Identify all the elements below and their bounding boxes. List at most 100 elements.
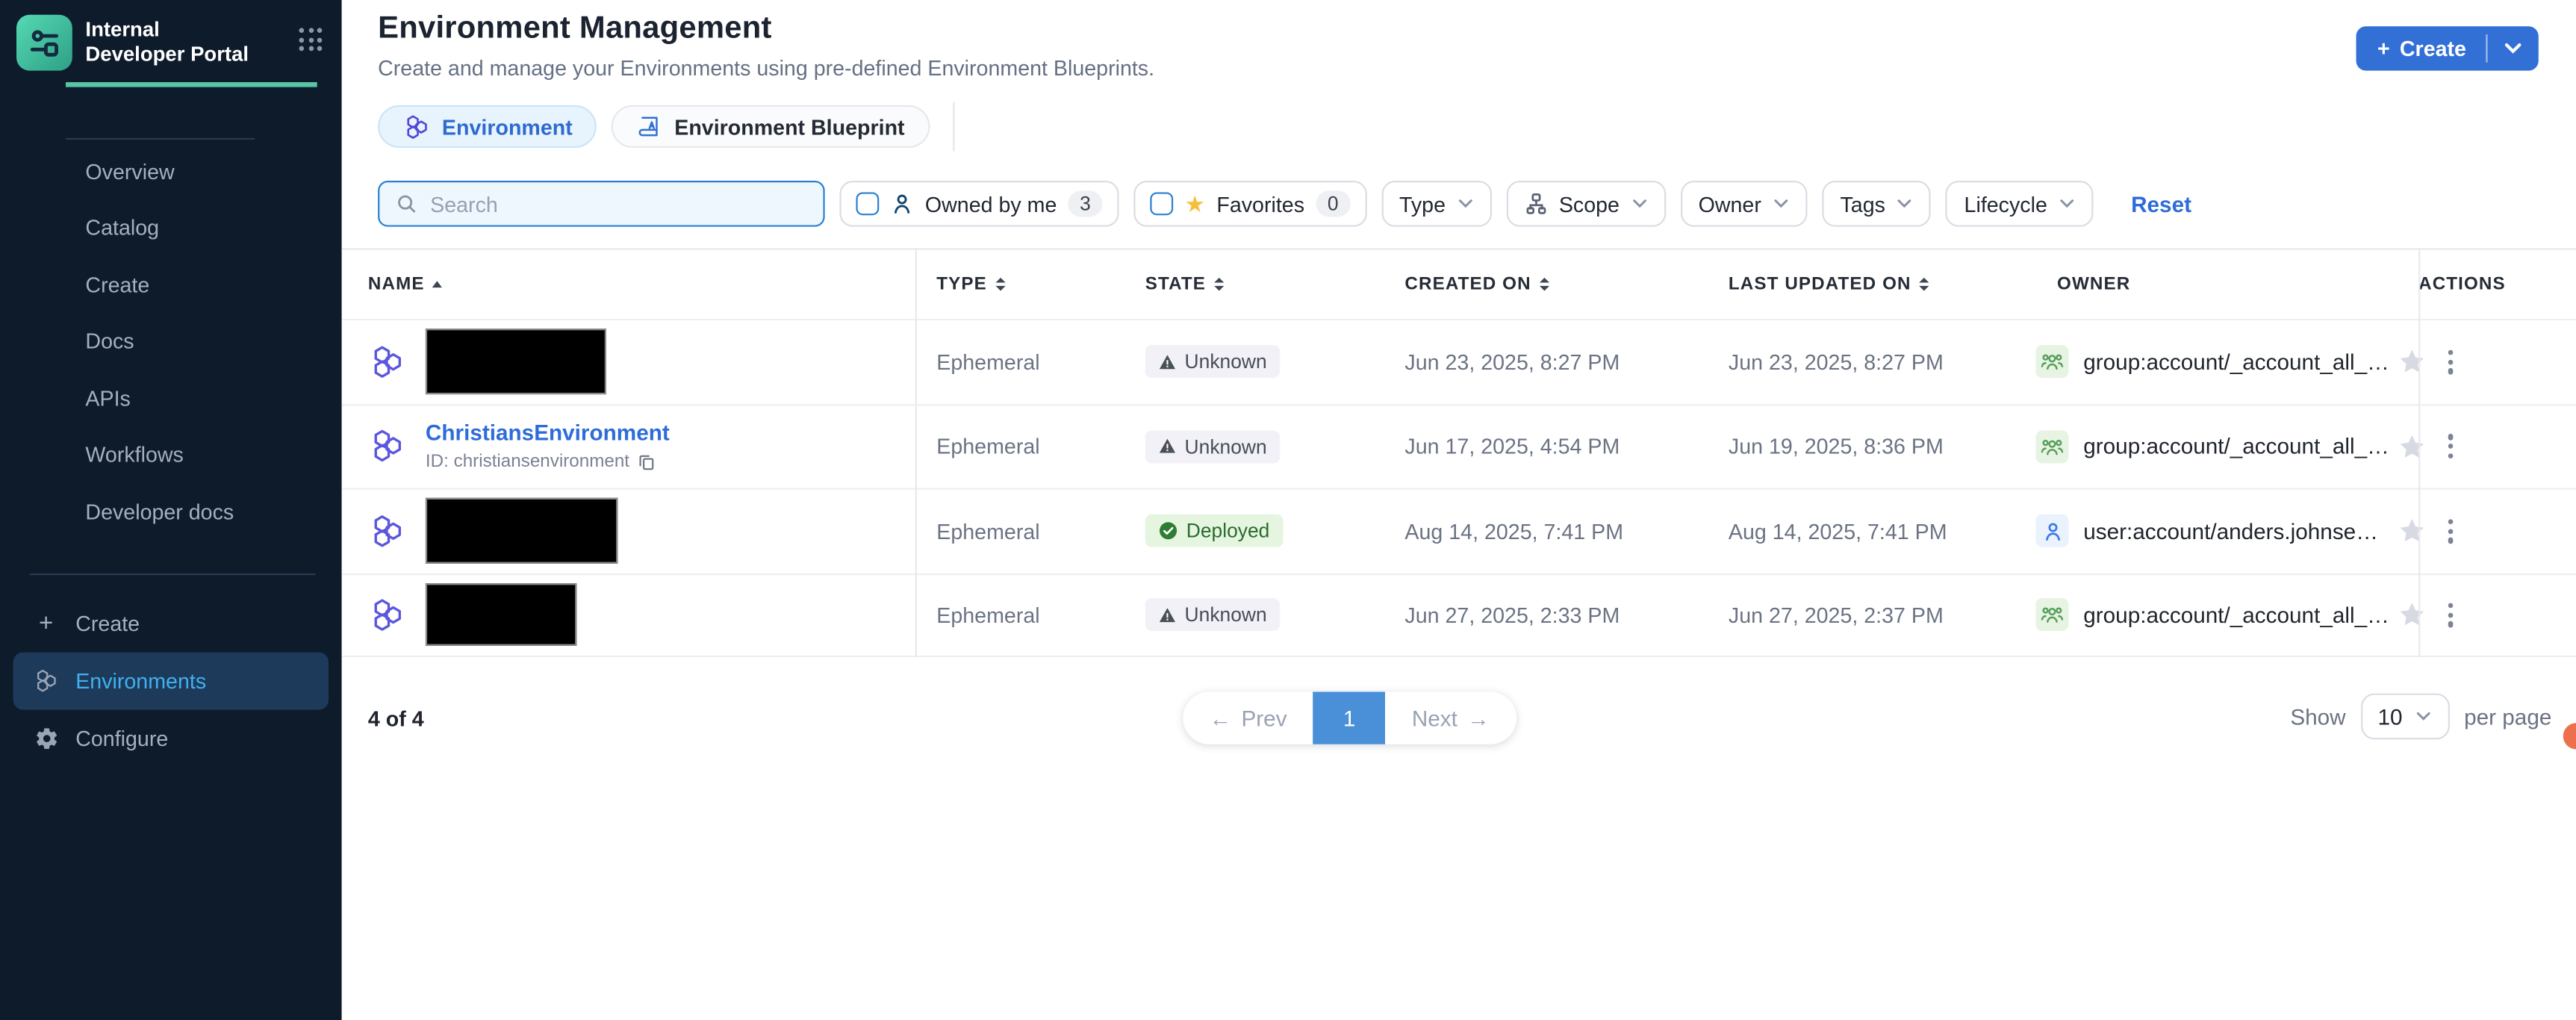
tab-environment-blueprint[interactable]: Environment Blueprint: [612, 105, 930, 148]
tags-filter-dropdown[interactable]: Tags: [1822, 181, 1931, 227]
group-icon: [2035, 430, 2068, 463]
sidebar-item-developer-docs[interactable]: Developer docs: [0, 483, 342, 540]
table-row[interactable]: ChristiansEnvironment ID: christiansenvi…: [342, 403, 2576, 488]
type-cell: Ephemeral: [915, 349, 1145, 374]
create-button[interactable]: + Create: [2356, 26, 2486, 70]
sidebar-item-catalog[interactable]: Catalog: [0, 199, 342, 256]
sort-icon: [1540, 278, 1549, 290]
owner-cell: group:account/_account_all_…: [2035, 346, 2397, 379]
column-header-name[interactable]: NAME: [368, 274, 915, 293]
dropdown-label: Type: [1399, 191, 1446, 216]
table-row[interactable]: Ephemeral Unknown Jun 27, 2025, 2:33 PM …: [342, 573, 2576, 657]
arrow-right-icon: →: [1467, 706, 1490, 730]
chevron-down-icon: [2504, 43, 2522, 54]
per-page-label: per page: [2464, 704, 2551, 729]
row-menu-icon[interactable]: [2445, 600, 2457, 630]
tab-environment[interactable]: Environment: [378, 105, 597, 148]
owned-by-me-filter[interactable]: Owned by me 3: [839, 181, 1119, 227]
apps-grid-icon[interactable]: [299, 28, 322, 51]
column-header-state[interactable]: STATE: [1145, 274, 1384, 293]
sidebar-item-environments[interactable]: Environments: [13, 651, 329, 709]
warning-icon: [1158, 606, 1176, 623]
state-cell: Unknown: [1145, 599, 1384, 632]
page-size-select[interactable]: 10: [2360, 694, 2449, 740]
column-header-type[interactable]: TYPE: [915, 274, 1145, 293]
search-box: [378, 181, 825, 227]
favorite-star-icon[interactable]: [2398, 347, 2427, 377]
hierarchy-icon: [1525, 192, 1548, 215]
type-filter-dropdown[interactable]: Type: [1381, 181, 1492, 227]
sidebar-item-create[interactable]: Create: [0, 256, 342, 313]
row-menu-icon[interactable]: [2445, 346, 2457, 377]
chevron-down-icon: [1773, 199, 1789, 208]
page-number-button[interactable]: 1: [1313, 691, 1386, 744]
tab-label: Environment Blueprint: [674, 114, 904, 139]
sort-asc-icon: [433, 281, 443, 287]
created-on-cell: Jun 23, 2025, 8:27 PM: [1384, 349, 1707, 374]
next-page-button[interactable]: Next →: [1386, 691, 1516, 744]
owned-by-me-label: Owned by me: [925, 191, 1057, 216]
favorite-star-icon[interactable]: [2398, 432, 2427, 461]
dropdown-label: Tags: [1840, 191, 1885, 216]
main-content: Environment Management Create and manage…: [342, 0, 2576, 1020]
environment-icon: [368, 343, 406, 381]
chevron-down-icon: [1631, 199, 1647, 208]
owned-by-me-checkbox[interactable]: [856, 192, 879, 215]
check-circle-icon: [1158, 521, 1177, 541]
last-updated-cell: Jun 19, 2025, 8:36 PM: [1707, 434, 2035, 458]
favorite-star-icon[interactable]: [2398, 517, 2427, 547]
owner-label: user:account/anders.johnse…: [2083, 519, 2378, 544]
owned-by-me-count: 3: [1068, 190, 1103, 217]
sidebar-item-apis[interactable]: APIs: [0, 370, 342, 426]
sidebar-divider: [30, 573, 316, 574]
sidebar-item-configure[interactable]: Configure: [13, 709, 329, 767]
name-cell: ChristiansEnvironment ID: christiansenvi…: [368, 421, 915, 472]
page-title: Environment Management: [342, 0, 2576, 48]
type-cell: Ephemeral: [915, 603, 1145, 627]
create-dropdown-button[interactable]: [2488, 26, 2539, 70]
favorites-label: Favorites: [1216, 191, 1304, 216]
owner-filter-dropdown[interactable]: Owner: [1680, 181, 1807, 227]
column-header-created-on[interactable]: CREATED ON: [1384, 274, 1707, 293]
table-row[interactable]: Ephemeral Deployed Aug 14, 2025, 7:41 PM…: [342, 488, 2576, 573]
favorites-filter[interactable]: ★ Favorites 0: [1133, 181, 1366, 227]
chevron-down-icon: [1897, 199, 1913, 208]
created-on-cell: Jun 17, 2025, 4:54 PM: [1384, 434, 1707, 458]
actions-cell: [2398, 600, 2576, 630]
prev-page-button[interactable]: ← Prev: [1183, 691, 1313, 744]
brand-accent-rule: [66, 82, 317, 87]
app-logo-icon: [16, 15, 72, 71]
table-row[interactable]: Ephemeral Unknown Jun 23, 2025, 8:27 PM …: [342, 319, 2576, 403]
table-header-row: NAME TYPE STATE CREATED ON LAST UPDATED …: [342, 249, 2576, 318]
status-badge: Unknown: [1145, 430, 1281, 463]
sidebar-item-overview[interactable]: Overview: [0, 143, 342, 199]
sidebar-item-workflows[interactable]: Workflows: [0, 426, 342, 483]
scope-filter-dropdown[interactable]: Scope: [1506, 181, 1665, 227]
row-menu-icon[interactable]: [2445, 432, 2457, 462]
sidebar-item-label: Environments: [75, 668, 206, 693]
page-size-control: Show 10 per page: [2290, 694, 2551, 740]
column-divider: [2418, 249, 2420, 657]
sidebar-item-docs[interactable]: Docs: [0, 313, 342, 370]
copy-icon[interactable]: [638, 453, 656, 472]
favorites-checkbox[interactable]: [1150, 192, 1173, 215]
actions-cell: [2398, 346, 2576, 377]
search-input[interactable]: [430, 191, 806, 216]
environment-name-link[interactable]: ChristiansEnvironment: [426, 421, 670, 446]
actions-cell: [2398, 432, 2576, 462]
last-updated-cell: Jun 23, 2025, 8:27 PM: [1707, 349, 2035, 374]
pagination-bar: 4 of 4 ← Prev 1 Next → Show 10 per page: [342, 657, 2576, 772]
row-menu-icon[interactable]: [2445, 516, 2457, 547]
reset-filters-link[interactable]: Reset: [2131, 191, 2191, 216]
actions-cell: [2398, 516, 2576, 547]
sort-icon: [1920, 278, 1929, 290]
sidebar-item-create-action[interactable]: + Create: [13, 594, 329, 651]
column-header-last-updated-on[interactable]: LAST UPDATED ON: [1707, 274, 2035, 293]
owner-label: group:account/_account_all_…: [2083, 603, 2389, 627]
lifecycle-filter-dropdown[interactable]: Lifecycle: [1946, 181, 2093, 227]
sidebar-divider: [66, 138, 255, 140]
dropdown-label: Owner: [1699, 191, 1761, 216]
favorite-star-icon[interactable]: [2398, 600, 2427, 630]
sidebar-nav-secondary: + Create Environments: [0, 594, 342, 766]
arrow-left-icon: ←: [1210, 706, 1232, 730]
